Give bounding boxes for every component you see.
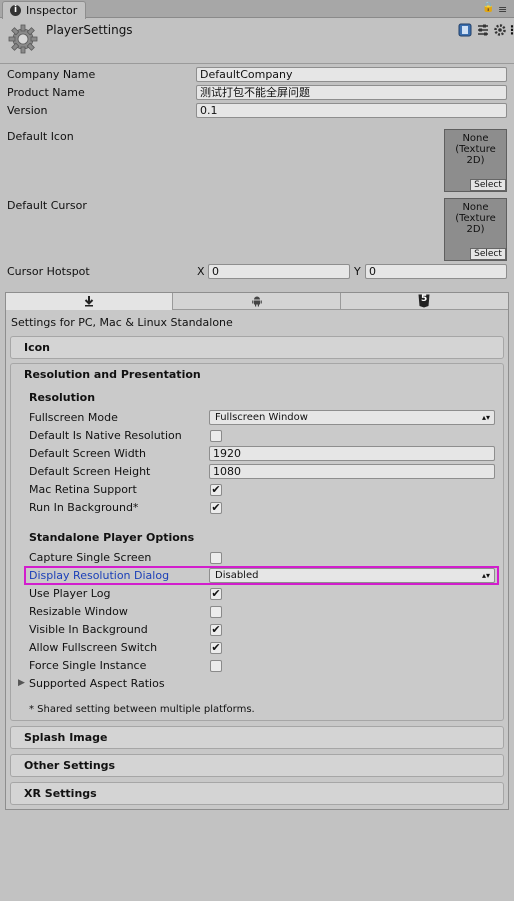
other-settings-foldout[interactable]: Other Settings — [10, 754, 504, 777]
default-icon-label: Default Icon — [7, 130, 74, 143]
allow-fullscreen-switch-checkbox[interactable]: ✔ — [210, 642, 222, 654]
capture-single-screen-label: Capture Single Screen — [29, 551, 152, 564]
preset-icon[interactable] — [476, 23, 490, 37]
default-screen-height-field[interactable]: 1080 — [209, 464, 495, 479]
more-options-icon[interactable]: ⋮ — [506, 23, 514, 37]
player-settings-gear-icon — [8, 24, 38, 54]
fullscreen-mode-label: Fullscreen Mode — [29, 411, 118, 424]
texture-slot-text: None — [462, 133, 489, 144]
header-divider — [0, 63, 514, 64]
capture-single-screen-checkbox[interactable] — [210, 552, 222, 564]
company-name-field[interactable]: DefaultCompany — [196, 67, 507, 82]
texture-slot-text: (Texture — [455, 144, 496, 155]
mac-retina-support-checkbox[interactable]: ✔ — [210, 484, 222, 496]
default-icon-select-button[interactable]: Select — [470, 179, 506, 191]
hotspot-x-label: X — [197, 265, 205, 278]
company-name-label: Company Name — [7, 68, 96, 81]
xr-settings-foldout[interactable]: XR Settings — [10, 782, 504, 805]
default-native-resolution-label: Default Is Native Resolution — [29, 429, 182, 442]
display-resolution-dialog-value: Disabled — [215, 570, 259, 581]
texture-slot-text: (Texture — [455, 213, 496, 224]
run-in-background-checkbox[interactable]: ✔ — [210, 502, 222, 514]
default-screen-height-label: Default Screen Height — [29, 465, 151, 478]
inspector-tab-label: Inspector — [26, 4, 78, 17]
dropdown-arrows-icon: ▴▾ — [481, 571, 490, 580]
use-player-log-label: Use Player Log — [29, 587, 111, 600]
visible-in-background-checkbox[interactable]: ✔ — [210, 624, 222, 636]
icon-section-foldout[interactable]: Icon — [10, 336, 504, 359]
display-resolution-dialog-dropdown[interactable]: Disabled ▴▾ — [209, 568, 495, 583]
hotspot-y-field[interactable]: 0 — [365, 264, 507, 279]
product-name-label: Product Name — [7, 86, 85, 99]
foldout-arrow-icon[interactable]: ▶ — [18, 678, 25, 688]
texture-slot-text: None — [462, 202, 489, 213]
default-cursor-texture-slot[interactable]: None (Texture 2D) Select — [444, 198, 507, 261]
settings-for-label: Settings for PC, Mac & Linux Standalone — [11, 316, 233, 329]
use-player-log-checkbox[interactable]: ✔ — [210, 588, 222, 600]
standalone-options-heading: Standalone Player Options — [29, 531, 195, 544]
product-name-field[interactable]: 测试打包不能全屏问题 — [196, 85, 507, 100]
version-field[interactable]: 0.1 — [196, 103, 507, 118]
splash-image-foldout[interactable]: Splash Image — [10, 726, 504, 749]
html5-icon-glyph: 5 — [421, 294, 428, 304]
android-icon — [252, 296, 262, 307]
lock-icon[interactable]: 🔒 — [482, 2, 494, 13]
resizable-window-checkbox[interactable] — [210, 606, 222, 618]
fullscreen-mode-dropdown[interactable]: Fullscreen Window ▴▾ — [209, 410, 495, 425]
hotspot-x-field[interactable]: 0 — [208, 264, 350, 279]
dropdown-arrows-icon: ▴▾ — [481, 413, 490, 422]
standalone-tab[interactable] — [6, 293, 173, 310]
webgl-html5-tab[interactable]: 5 — [341, 293, 508, 310]
resolution-presentation-foldout[interactable]: Resolution and Presentation — [24, 368, 201, 381]
supported-aspect-ratios-foldout[interactable]: Supported Aspect Ratios — [29, 677, 165, 690]
default-icon-texture-slot[interactable]: None (Texture 2D) Select — [444, 129, 507, 192]
fullscreen-mode-value: Fullscreen Window — [215, 412, 308, 423]
mac-retina-support-label: Mac Retina Support — [29, 483, 137, 496]
resizable-window-label: Resizable Window — [29, 605, 128, 618]
settings-gear-icon[interactable] — [493, 23, 507, 37]
inspector-tab[interactable]: i Inspector — [2, 1, 86, 19]
run-in-background-label: Run In Background* — [29, 501, 139, 514]
hotspot-y-label: Y — [354, 265, 361, 278]
force-single-instance-label: Force Single Instance — [29, 659, 147, 672]
texture-slot-text: 2D) — [466, 224, 485, 235]
version-label: Version — [7, 104, 48, 117]
texture-slot-text: 2D) — [466, 155, 485, 166]
inspector-empty-area — [5, 811, 509, 901]
default-screen-width-label: Default Screen Width — [29, 447, 146, 460]
shared-setting-note: * Shared setting between multiple platfo… — [29, 704, 255, 715]
default-screen-width-field[interactable]: 1920 — [209, 446, 495, 461]
default-cursor-select-button[interactable]: Select — [470, 248, 506, 260]
visible-in-background-label: Visible In Background — [29, 623, 148, 636]
component-title: PlayerSettings — [46, 23, 133, 37]
android-tab[interactable] — [173, 293, 341, 310]
window-menu-icon[interactable]: ≡ — [498, 3, 507, 16]
display-resolution-dialog-label: Display Resolution Dialog — [29, 569, 170, 582]
default-cursor-label: Default Cursor — [7, 199, 87, 212]
info-icon: i — [10, 5, 21, 16]
force-single-instance-checkbox[interactable] — [210, 660, 222, 672]
allow-fullscreen-switch-label: Allow Fullscreen Switch — [29, 641, 158, 654]
resolution-heading: Resolution — [29, 391, 96, 404]
help-icon[interactable] — [458, 23, 472, 37]
download-arrow-icon — [84, 296, 94, 307]
cursor-hotspot-label: Cursor Hotspot — [7, 265, 90, 278]
default-native-resolution-checkbox[interactable] — [210, 430, 222, 442]
